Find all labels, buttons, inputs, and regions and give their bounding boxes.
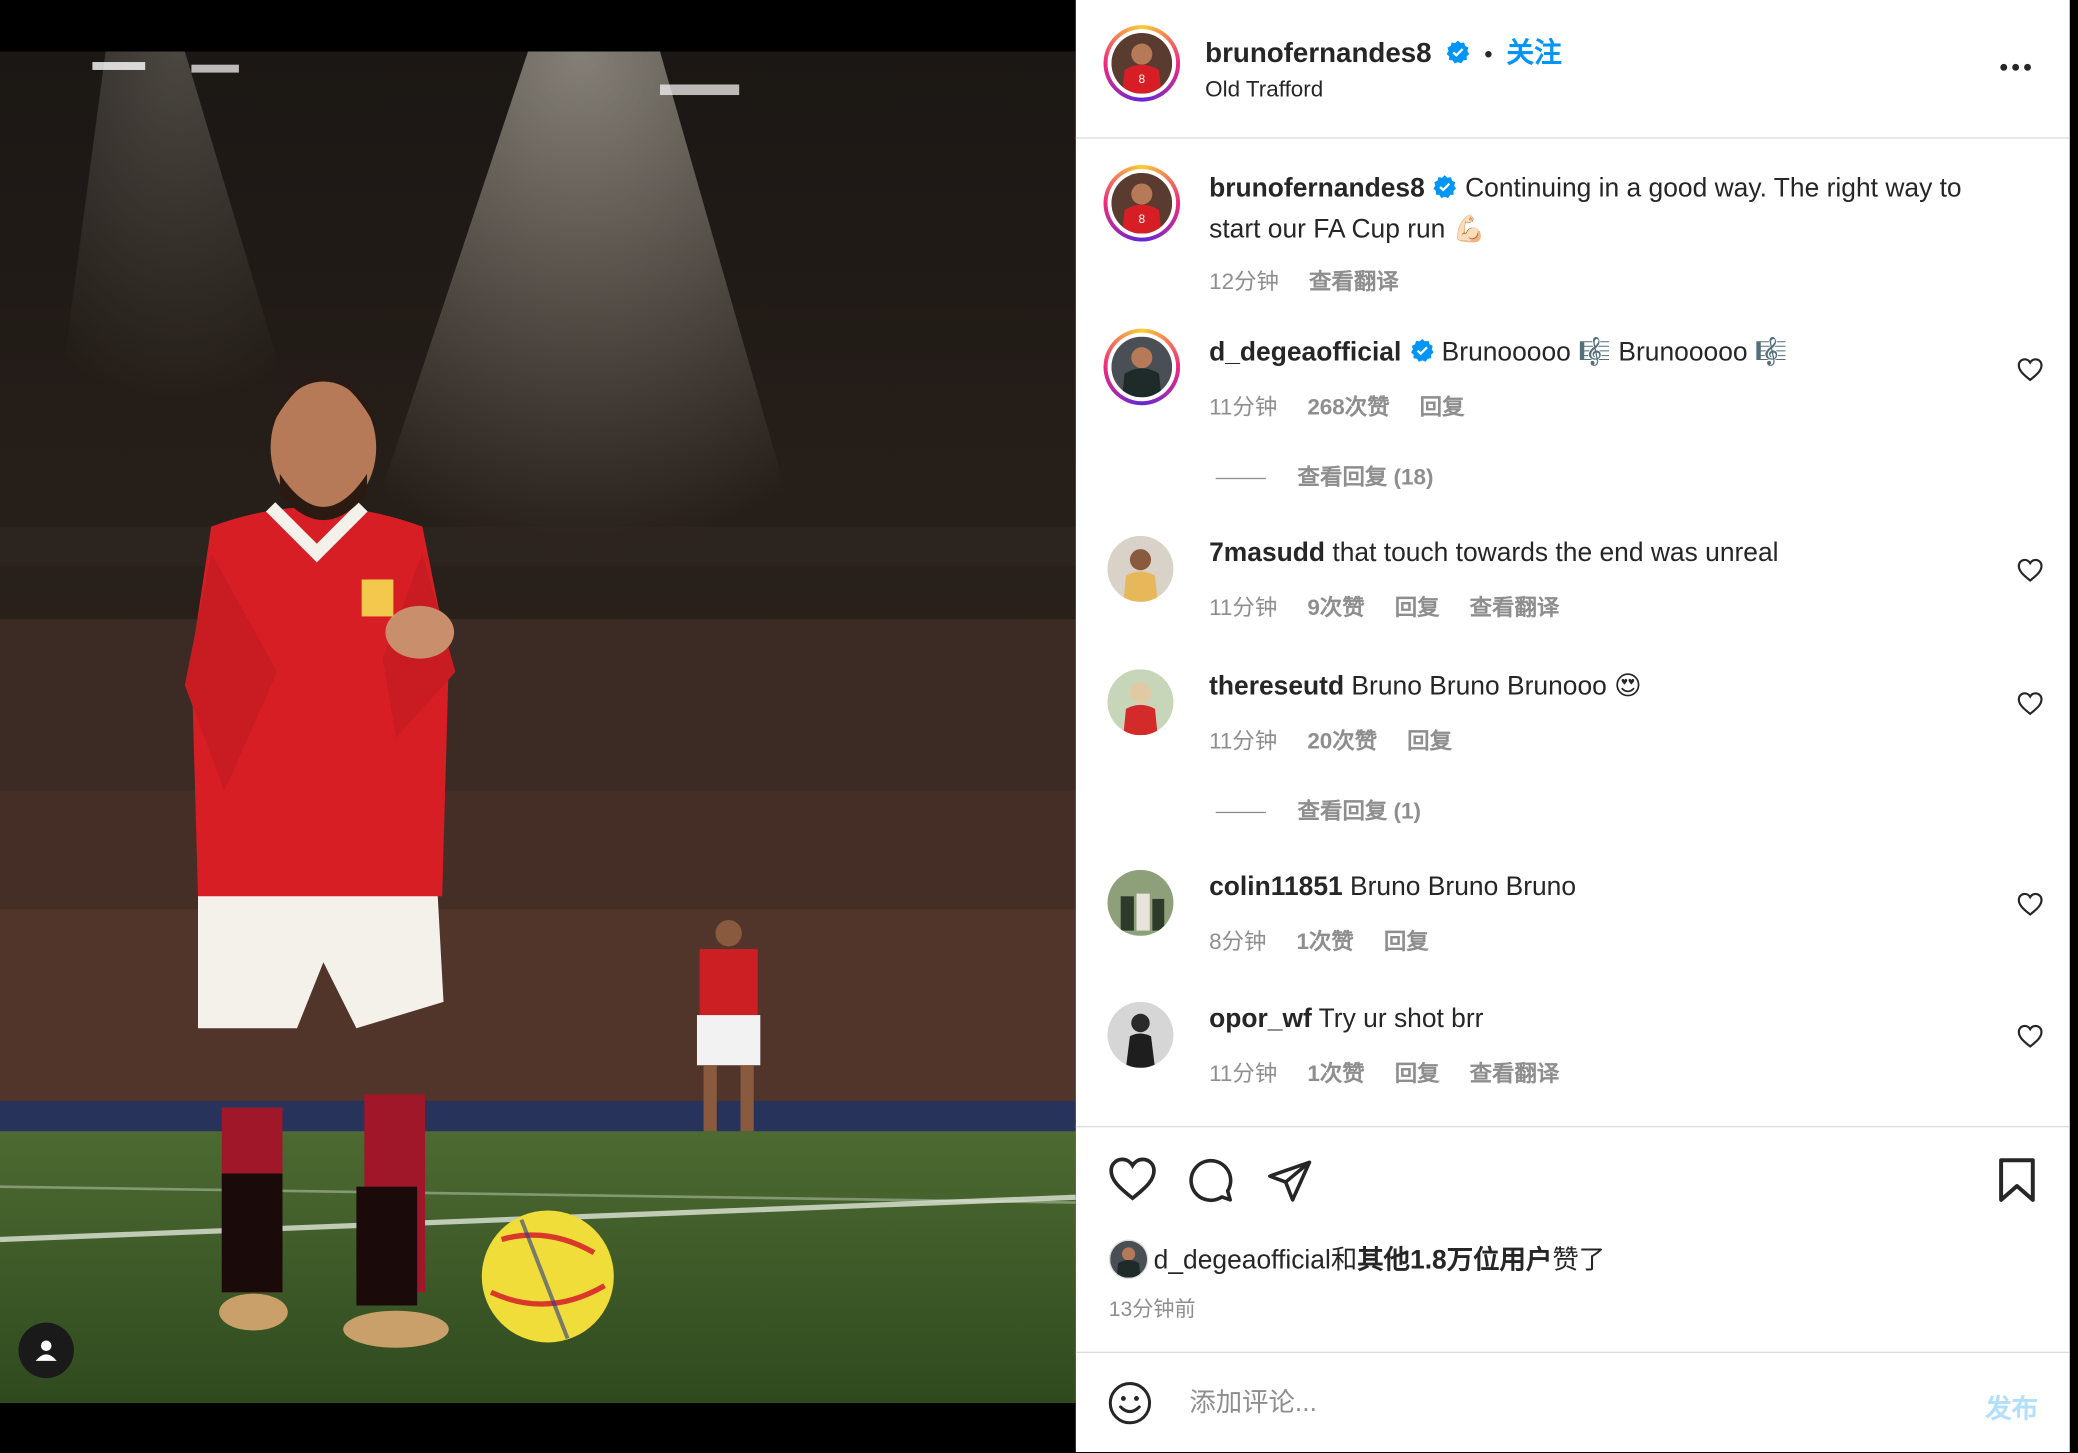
comment-time: 11分钟 (1209, 728, 1278, 754)
comment-time: 11分钟 (1209, 394, 1278, 420)
avatar-photo (1107, 669, 1174, 736)
verified-icon (1433, 173, 1458, 211)
comment-time: 11分钟 (1209, 1061, 1278, 1087)
author-username[interactable]: brunofernandes8 (1205, 38, 1431, 68)
svg-text:8: 8 (1138, 212, 1145, 226)
comment-likes[interactable]: 1次赞 (1297, 929, 1354, 954)
comment-icon[interactable] (1187, 1156, 1235, 1210)
caption-avatar[interactable]: 8 (1103, 165, 1181, 242)
verified-icon (1409, 337, 1434, 375)
user-icon (35, 1340, 57, 1361)
comment-username[interactable]: 7masudd (1209, 539, 1325, 568)
liker-avatar[interactable] (1108, 1239, 1149, 1280)
comment-text: Bruno Bruno Brunooo 😍 (1351, 671, 1642, 701)
post-time[interactable]: 13分钟前 (1109, 1291, 1196, 1323)
post-actions: d_degeaofficial和其他1.8万位用户赞了 13分钟前 (1075, 1125, 2070, 1352)
likes-suffix: 赞了 (1552, 1246, 1606, 1276)
liker-username[interactable]: d_degeaofficial (1154, 1246, 1331, 1275)
likes-others[interactable]: 其他1.8万位用户 (1357, 1246, 1552, 1275)
emoji-icon[interactable] (1107, 1381, 1152, 1432)
like-comment-icon[interactable] (2017, 892, 2043, 922)
comment-username[interactable]: opor_wf (1209, 1005, 1312, 1034)
flexed-biceps-emoji: 💪🏻 (1452, 215, 1486, 245)
avatar-photo (1110, 1240, 1148, 1278)
reply-link[interactable]: 回复 (1384, 929, 1429, 954)
caption-username[interactable]: brunofernandes8 (1209, 174, 1425, 203)
post-panel: 8 brunofernandes8 • 关注 Old Trafford 8 br… (1075, 0, 2070, 1453)
share-icon[interactable] (1266, 1156, 1314, 1210)
likes-summary: d_degeaofficial和其他1.8万位用户赞了 (1108, 1238, 1606, 1280)
reply-link[interactable]: 回复 (1420, 395, 1465, 420)
follow-button[interactable]: 关注 (1506, 38, 1561, 68)
like-comment-icon[interactable] (2017, 1024, 2043, 1054)
tagged-users-button[interactable] (18, 1322, 74, 1379)
commenter-avatar[interactable] (1107, 869, 1174, 936)
reply-link[interactable]: 回复 (1395, 595, 1440, 620)
view-replies-link[interactable]: 查看回复 (1) (1216, 792, 1421, 825)
commenter-avatar[interactable] (1107, 1001, 1174, 1068)
like-comment-icon[interactable] (2017, 558, 2043, 588)
commenter-avatar[interactable] (1107, 535, 1174, 602)
comment-text: Try ur shot brr (1318, 1004, 1484, 1034)
post-media (0, 0, 1076, 1452)
avatar-photo (1107, 1001, 1174, 1068)
bookmark-icon[interactable] (1996, 1156, 2038, 1210)
comment-likes[interactable]: 1次赞 (1307, 1061, 1364, 1086)
svg-text:8: 8 (1138, 72, 1145, 86)
comment-time: 11分钟 (1209, 595, 1278, 621)
reply-link[interactable]: 回复 (1407, 729, 1452, 754)
post-header: 8 brunofernandes8 • 关注 Old Trafford (1075, 0, 2070, 139)
comment-likes[interactable]: 268次赞 (1307, 395, 1389, 420)
commenter-avatar[interactable] (1103, 328, 1181, 406)
comment-time: 8分钟 (1209, 929, 1267, 955)
author-avatar[interactable]: 8 (1103, 25, 1181, 102)
comment-username[interactable]: colin11851 (1209, 873, 1343, 902)
translate-link[interactable]: 查看翻译 (1309, 269, 1399, 294)
likes-and: 和 (1330, 1246, 1358, 1276)
translate-link[interactable]: 查看翻译 (1470, 595, 1560, 620)
comment-username[interactable]: d_degeaofficial (1209, 338, 1401, 367)
post-location[interactable]: Old Trafford (1205, 77, 1323, 103)
comment-likes[interactable]: 20次赞 (1307, 729, 1377, 754)
comment-text: Brunooooo 🎼 Brunooooo 🎼 (1441, 337, 1788, 367)
heart-icon[interactable] (1107, 1156, 1157, 1207)
post-photo[interactable] (0, 51, 1076, 1404)
caption-time: 12分钟 (1209, 269, 1279, 295)
avatar-photo (1107, 869, 1174, 936)
comment-input[interactable] (1186, 1379, 1932, 1427)
reply-link[interactable]: 回复 (1395, 1061, 1440, 1086)
avatar-photo (1107, 535, 1174, 602)
post-comment-button[interactable]: 发布 (1985, 1387, 2038, 1425)
separator-dot: • (1484, 40, 1493, 68)
like-comment-icon[interactable] (2017, 358, 2043, 388)
view-replies-link[interactable]: 查看回复 (18) (1216, 458, 1434, 491)
comment-text: Bruno Bruno Bruno (1350, 872, 1577, 902)
avatar-photo: 8 (1111, 172, 1173, 234)
comment-likes[interactable]: 9次赞 (1307, 595, 1364, 620)
commenter-avatar[interactable] (1107, 669, 1174, 736)
verified-icon (1445, 40, 1470, 72)
avatar-photo (1111, 336, 1173, 398)
like-comment-icon[interactable] (2017, 692, 2043, 722)
comments-list[interactable]: 8 brunofernandes8 Continuing in a good w… (1076, 139, 2070, 1126)
add-comment-bar: 发布 (1075, 1351, 2070, 1453)
translate-link[interactable]: 查看翻译 (1470, 1061, 1560, 1086)
avatar-photo: 8 (1111, 33, 1173, 94)
comment-username[interactable]: thereseutd (1209, 672, 1344, 701)
comment-text: that touch towards the end was unreal (1332, 538, 1779, 568)
more-options-icon[interactable] (1998, 55, 2032, 79)
